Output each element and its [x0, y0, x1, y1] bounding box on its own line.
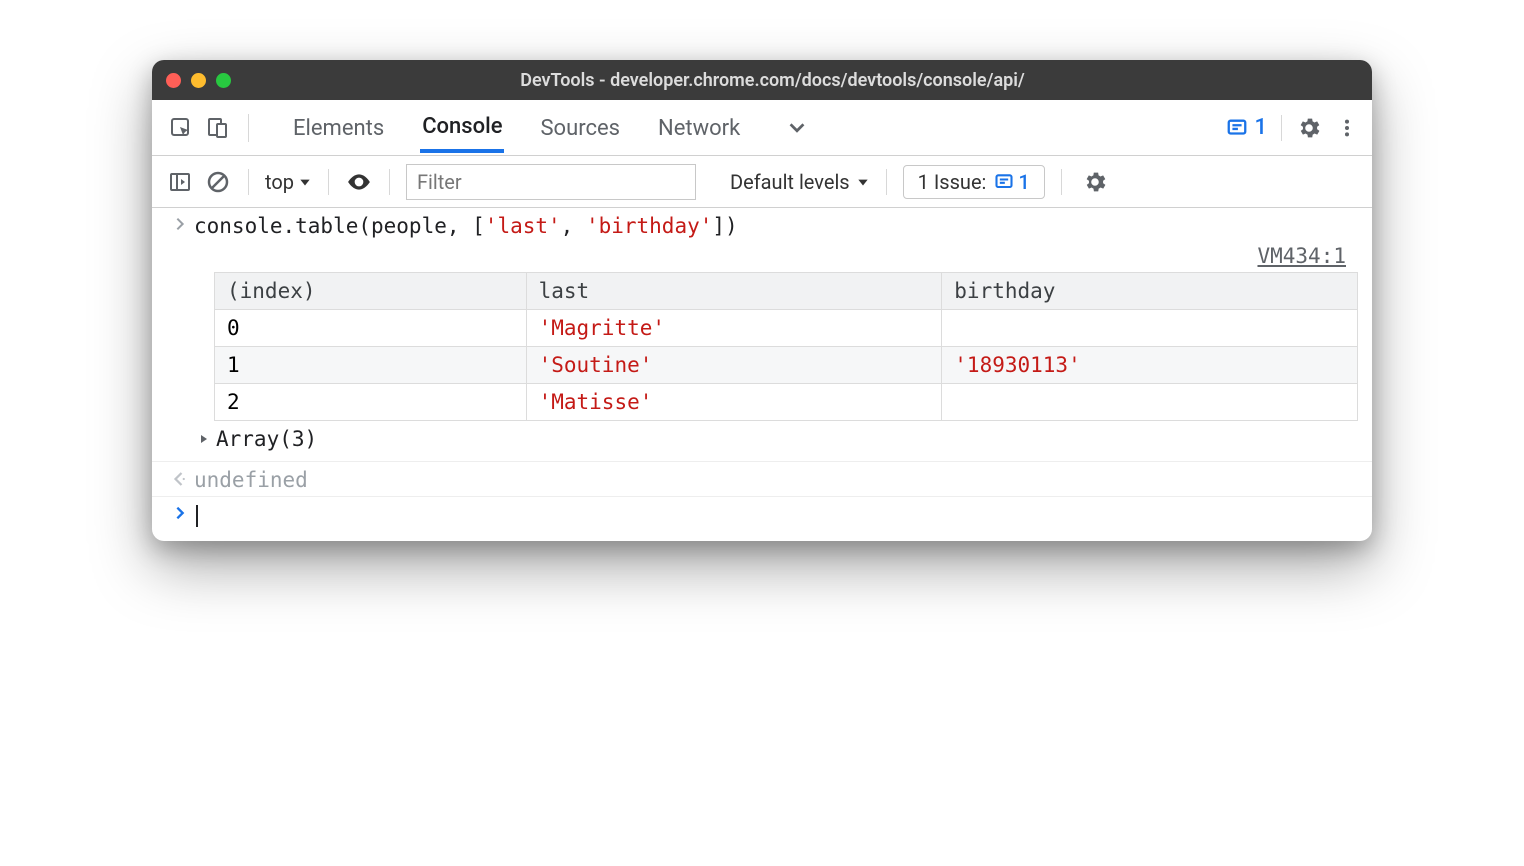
live-expression-icon[interactable]	[345, 168, 373, 196]
divider	[886, 169, 887, 195]
source-link[interactable]: VM434:1	[1257, 244, 1346, 268]
console-body: console.table(people, ['last', 'birthday…	[152, 208, 1372, 541]
console-input-code[interactable]: console.table(people, ['last', 'birthday…	[194, 214, 738, 238]
col-index[interactable]: (index)	[215, 273, 527, 310]
divider	[248, 114, 249, 142]
console-table: (index) last birthday 0 'Magritte' 1 'So…	[214, 272, 1358, 421]
clear-console-icon[interactable]	[204, 168, 232, 196]
kebab-menu-icon[interactable]	[1336, 117, 1358, 139]
levels-label: Default levels	[730, 170, 850, 194]
console-prompt[interactable]	[152, 497, 1372, 541]
console-subtoolbar: top Default levels 1 Issue: 1	[152, 156, 1372, 208]
tab-sources[interactable]: Sources	[538, 104, 622, 151]
cell-birthday	[942, 384, 1358, 421]
device-toggle-icon[interactable]	[202, 113, 232, 143]
tab-network[interactable]: Network	[656, 104, 742, 151]
tab-console[interactable]: Console	[420, 102, 504, 153]
cell-last: 'Magritte'	[526, 310, 942, 347]
cell-birthday	[942, 310, 1358, 347]
table-row[interactable]: 0 'Magritte'	[215, 310, 1358, 347]
log-levels-selector[interactable]: Default levels	[730, 170, 870, 194]
context-label: top	[265, 170, 294, 194]
titlebar: DevTools - developer.chrome.com/docs/dev…	[152, 60, 1372, 100]
cell-birthday: '18930113'	[942, 347, 1358, 384]
table-row[interactable]: 2 'Matisse'	[215, 384, 1358, 421]
inspect-icon[interactable]	[166, 113, 196, 143]
main-toolbar: Elements Console Sources Network 1	[152, 100, 1372, 156]
col-last[interactable]: last	[526, 273, 942, 310]
issues-box[interactable]: 1 Issue: 1	[903, 165, 1045, 199]
expander-label: Array(3)	[216, 427, 317, 451]
context-selector[interactable]: top	[265, 170, 312, 194]
tab-elements[interactable]: Elements	[291, 104, 386, 151]
console-output-block: VM434:1 (index) last birthday 0 'Magritt…	[152, 242, 1372, 462]
prompt-input[interactable]	[194, 503, 198, 527]
close-dot[interactable]	[166, 73, 181, 88]
table-row[interactable]: 1 'Soutine' '18930113'	[215, 347, 1358, 384]
divider	[1061, 169, 1062, 195]
divider	[1281, 115, 1282, 141]
cell-index: 0	[215, 310, 527, 347]
window-title: DevTools - developer.chrome.com/docs/dev…	[187, 70, 1358, 91]
panel-tabs: Elements Console Sources Network	[291, 102, 818, 153]
input-chevron-icon	[166, 214, 194, 232]
devtools-window: DevTools - developer.chrome.com/docs/dev…	[152, 60, 1372, 541]
divider	[248, 169, 249, 195]
toolbar-right: 1	[1226, 115, 1358, 141]
settings-icon[interactable]	[1296, 115, 1322, 141]
prompt-chevron-icon	[166, 503, 194, 521]
console-return-line: undefined	[152, 462, 1372, 497]
sidebar-toggle-icon[interactable]	[166, 168, 194, 196]
divider	[328, 169, 329, 195]
col-birthday[interactable]: birthday	[942, 273, 1358, 310]
table-header-row: (index) last birthday	[215, 273, 1358, 310]
console-input-line: console.table(people, ['last', 'birthday…	[152, 208, 1372, 242]
return-value: undefined	[194, 468, 308, 492]
filter-input[interactable]	[406, 164, 696, 200]
cell-last: 'Soutine'	[526, 347, 942, 384]
more-tabs-icon[interactable]	[776, 117, 818, 139]
object-expander[interactable]: Array(3)	[166, 427, 1358, 451]
cell-last: 'Matisse'	[526, 384, 942, 421]
cell-index: 2	[215, 384, 527, 421]
issues-label: 1 Issue:	[918, 170, 987, 194]
issues-indicator[interactable]: 1	[1226, 115, 1267, 140]
cell-index: 1	[215, 347, 527, 384]
return-arrow-icon	[166, 468, 194, 488]
console-settings-icon[interactable]	[1082, 169, 1108, 195]
issues-box-count: 1	[1018, 170, 1029, 194]
divider	[389, 169, 390, 195]
issues-count: 1	[1254, 115, 1267, 140]
